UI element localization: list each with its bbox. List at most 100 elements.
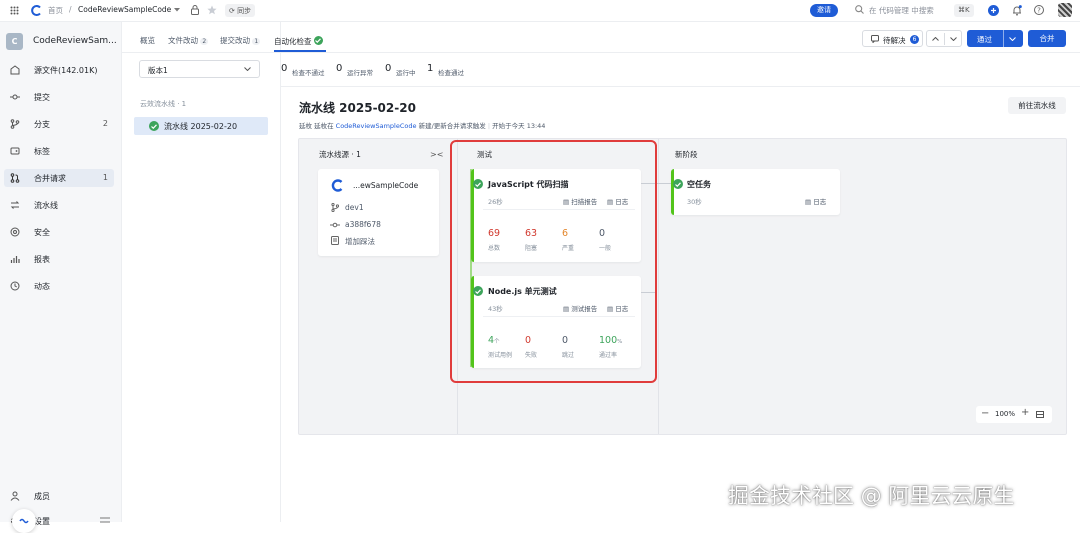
repo-logo-icon: [331, 179, 344, 192]
highlight-box: [450, 140, 657, 383]
job-card-empty-task[interactable]: 空任务 30秒 ▤ 日志: [671, 169, 840, 215]
chevron-down-icon: [244, 67, 251, 71]
source-commit-message: 增加踩法: [345, 237, 375, 246]
help-icon[interactable]: ?: [1034, 5, 1044, 15]
sync-button[interactable]: ⟳ 同步: [225, 4, 256, 17]
new-stage-title: 新阶段: [675, 150, 698, 159]
comment-icon: [871, 35, 879, 43]
branch-icon: [10, 119, 20, 129]
merge-button[interactable]: 合并: [1028, 30, 1066, 47]
report-icon: [10, 254, 20, 264]
sidebar-item-commits[interactable]: 提交: [4, 88, 114, 106]
version-select[interactable]: 版本1: [139, 60, 260, 78]
pipeline-title: 流水线 2025-02-20: [299, 101, 416, 115]
pending-button[interactable]: 待解决 6: [862, 30, 923, 47]
chevron-down-icon[interactable]: [950, 37, 957, 41]
breadcrumb-repo[interactable]: CodeReviewSampleCode: [78, 5, 171, 14]
job-title: 空任务: [687, 180, 711, 189]
commit-icon: [10, 92, 20, 102]
goto-pipeline-button[interactable]: 前往流水线: [1008, 97, 1066, 114]
lock-icon[interactable]: [191, 5, 199, 15]
chevron-up-icon[interactable]: [932, 37, 939, 41]
search-input[interactable]: 在 代码管理 中搜索: [869, 5, 934, 16]
app-logo-icon[interactable]: [31, 5, 42, 16]
prev-next-group: [926, 30, 962, 47]
sidebar-item-members[interactable]: 成员: [4, 487, 114, 505]
message-icon: [331, 236, 339, 245]
pipeline-list-panel: 版本1 云效流水线 · 1 流水线 2025-02-20: [122, 22, 281, 522]
zoom-controls: − 100% +: [976, 406, 1052, 423]
source-files-icon: [10, 65, 20, 75]
stat-running-count: 0: [385, 63, 392, 74]
history-icon: [10, 281, 20, 291]
source-commit: a388f678: [345, 220, 381, 229]
sidebar: C CodeReviewSam... 源文件(142.01K) 提交 分支 2 …: [0, 22, 122, 533]
sidebar-item-merge-requests[interactable]: 合并请求 1: [4, 169, 114, 187]
merge-request-icon: [10, 173, 20, 183]
stat-error-count: 0: [336, 63, 343, 74]
stat-failed-count: 0: [281, 63, 288, 74]
tab-commit-changes[interactable]: 提交改动 1: [220, 35, 261, 46]
watermark: 掘金技术社区 @ 阿里云云原生: [728, 484, 1015, 508]
tag-icon: [10, 146, 20, 156]
source-repo-name: ...ewSampleCode: [353, 181, 419, 190]
sidebar-item-security[interactable]: 安全: [4, 223, 114, 241]
collapse-icon[interactable]: ><: [430, 150, 443, 159]
sidebar-item-branches[interactable]: 分支 2: [4, 115, 114, 133]
add-icon[interactable]: [988, 5, 999, 16]
pipeline-list-item[interactable]: 流水线 2025-02-20: [134, 117, 268, 135]
invite-button[interactable]: 邀请: [810, 4, 838, 17]
security-icon: [10, 227, 20, 237]
sidebar-item-source-files[interactable]: 源文件(142.01K): [4, 61, 114, 79]
approve-button[interactable]: 通过: [967, 30, 1023, 47]
zoom-in-button[interactable]: +: [1021, 407, 1029, 418]
stat-passed-label: 检查通过: [438, 69, 464, 77]
branch-icon: [331, 203, 339, 212]
collapse-sidebar-icon[interactable]: [100, 517, 110, 523]
stat-failed-label: 检查不通过: [292, 69, 325, 77]
source-branch: dev1: [345, 203, 364, 212]
pending-count-badge: 6: [910, 34, 919, 44]
pipeline-list-header: 云效流水线 · 1: [140, 100, 187, 108]
bell-icon[interactable]: [1012, 5, 1022, 16]
sync-icon: ⟳: [229, 7, 235, 15]
shortcut-badge: ⌘K: [954, 4, 974, 17]
search-icon: [855, 5, 864, 14]
star-icon[interactable]: [207, 5, 217, 15]
sidebar-item-reports[interactable]: 报表: [4, 250, 114, 268]
stats-divider: [281, 86, 1080, 87]
zoom-out-button[interactable]: −: [981, 408, 989, 419]
chevron-down-icon[interactable]: [1009, 36, 1016, 41]
repo-link[interactable]: CodeReviewSampleCode: [336, 122, 417, 130]
repo-name[interactable]: CodeReviewSam...: [33, 36, 117, 46]
apps-grid-icon[interactable]: [10, 6, 19, 15]
job-duration: 30秒: [687, 198, 702, 206]
tab-overview[interactable]: 概览: [140, 35, 155, 46]
tabs-divider: [122, 52, 1080, 53]
pipeline-icon: [10, 200, 20, 210]
count-badge: 1: [252, 38, 261, 45]
stat-error-label: 运行异常: [347, 69, 373, 77]
breadcrumb-home[interactable]: 首页: [48, 5, 63, 16]
floating-assistant-button[interactable]: [12, 509, 36, 533]
tab-file-changes[interactable]: 文件改动 2: [168, 35, 209, 46]
sidebar-item-activity[interactable]: 动态: [4, 277, 114, 295]
pipeline-canvas: 流水线源 · 1 >< ...ewSampleCode dev1 a388f67…: [298, 138, 1067, 435]
repo-avatar: C: [6, 33, 23, 50]
stat-passed-count: 1: [427, 63, 434, 74]
pipeline-meta: 延枚 延枚在 CodeReviewSampleCode 新建/更新合并请求触发 …: [299, 122, 546, 130]
sidebar-item-tags[interactable]: 标签: [4, 142, 114, 160]
tab-automated-checks[interactable]: 自动化检查: [274, 35, 323, 47]
svg-text:?: ?: [1037, 7, 1041, 15]
zoom-level: 100%: [995, 410, 1016, 418]
count-badge: 2: [200, 38, 209, 45]
success-check-icon: [313, 36, 323, 45]
sidebar-item-pipelines[interactable]: 流水线: [4, 196, 114, 214]
avatar[interactable]: [1058, 3, 1072, 17]
source-card[interactable]: ...ewSampleCode dev1 a388f678 增加踩法: [318, 169, 439, 256]
fit-view-icon[interactable]: [1036, 411, 1044, 418]
chevron-down-icon[interactable]: [174, 8, 180, 12]
success-check-icon: [149, 121, 159, 131]
commit-icon: [330, 222, 340, 228]
log-link[interactable]: ▤ 日志: [805, 196, 826, 206]
